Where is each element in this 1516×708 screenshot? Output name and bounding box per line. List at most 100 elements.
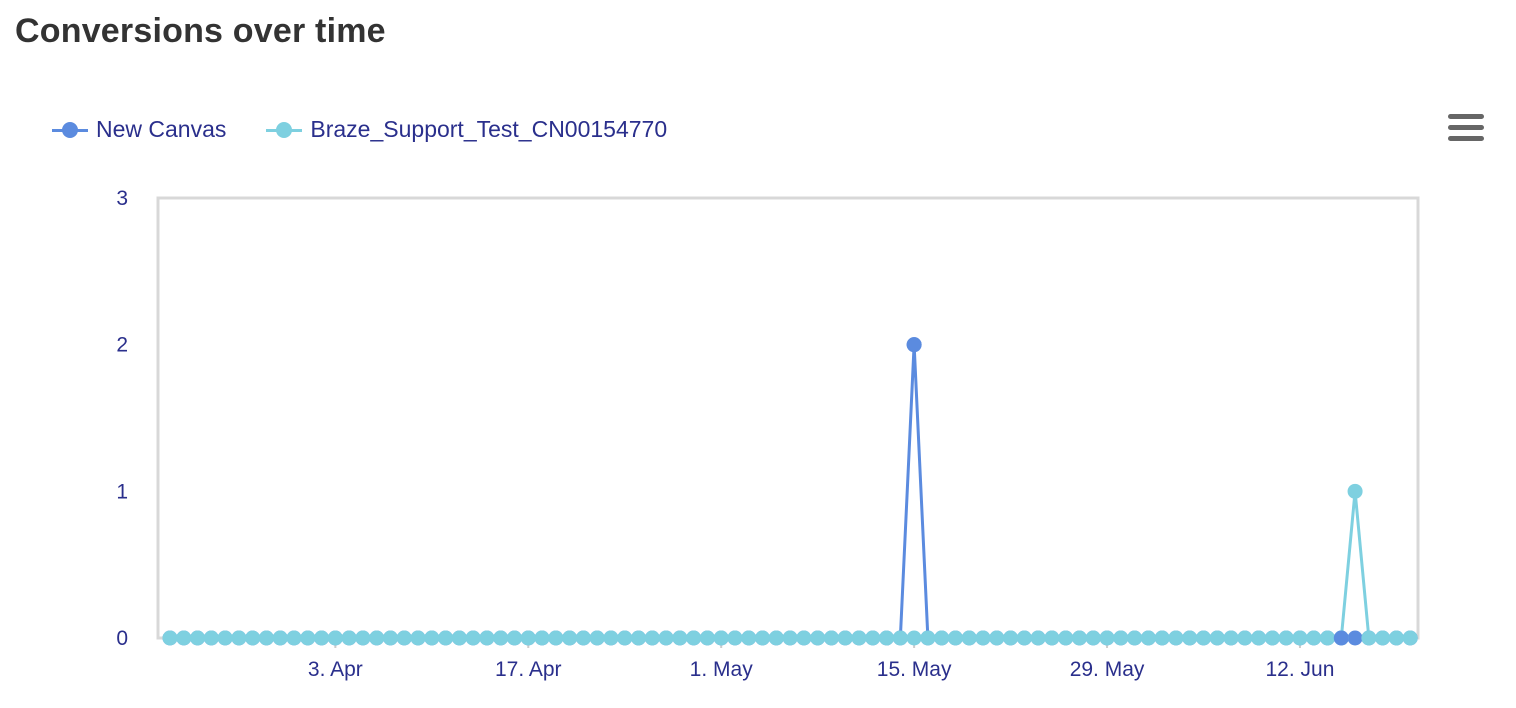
data-point (631, 630, 647, 646)
data-point (865, 630, 881, 646)
data-point (1154, 630, 1170, 646)
data-point (1003, 630, 1019, 646)
data-point (1223, 630, 1239, 646)
data-point (203, 630, 219, 646)
data-point (782, 630, 798, 646)
series-line-braze-support-test (170, 489, 1411, 640)
data-point (1320, 630, 1336, 646)
data-point (741, 630, 757, 646)
y-tick-label: 1 (116, 480, 128, 503)
data-point (1209, 630, 1225, 646)
data-point (575, 630, 591, 646)
data-point (451, 630, 467, 646)
plot-area (156, 196, 1420, 640)
data-point (1361, 630, 1377, 646)
data-point (231, 630, 247, 646)
data-point (644, 630, 660, 646)
data-point (217, 630, 233, 646)
data-point (424, 630, 440, 646)
data-point (548, 630, 564, 646)
data-point (975, 630, 991, 646)
data-point (934, 630, 950, 646)
data-point (1099, 630, 1115, 646)
data-point (1237, 630, 1253, 646)
data-point (162, 630, 178, 646)
x-tick-label: 3. Apr (308, 658, 363, 681)
data-point (245, 630, 261, 646)
data-point (1085, 630, 1101, 646)
data-point (1375, 630, 1391, 646)
data-point (507, 630, 522, 646)
line-chart: 0 1 2 3 3. Apr 17. Apr 1. May 15. May 29. May 12.… (116, 187, 1420, 681)
data-point (1388, 630, 1404, 646)
data-point (920, 630, 936, 646)
data-point (823, 630, 839, 646)
data-point (589, 630, 605, 646)
data-point (892, 630, 908, 646)
data-point (1140, 630, 1156, 646)
data-point (851, 630, 867, 646)
data-point (1030, 630, 1046, 646)
data-point (755, 630, 771, 646)
data-point (1347, 630, 1363, 646)
data-point (314, 630, 330, 646)
data-point (1333, 630, 1349, 646)
data-point (534, 630, 550, 646)
data-point (272, 630, 288, 646)
data-point (1058, 630, 1074, 646)
data-point (1251, 630, 1267, 646)
data-point (1113, 630, 1129, 646)
data-point (410, 630, 426, 646)
x-tick-label: 29. May (1070, 658, 1145, 681)
y-tick-label: 0 (116, 627, 128, 650)
data-point (1306, 630, 1322, 646)
data-point (947, 630, 963, 646)
data-point (176, 630, 192, 646)
data-point (727, 630, 743, 646)
data-point (1127, 630, 1143, 646)
y-tick-label: 3 (116, 187, 128, 210)
data-point (796, 630, 812, 646)
data-point (1292, 630, 1308, 646)
data-point (1044, 630, 1060, 646)
data-point (300, 630, 316, 646)
data-point (1016, 630, 1032, 646)
data-point (327, 630, 343, 646)
data-point (879, 630, 895, 646)
data-point (465, 630, 481, 646)
data-point (355, 630, 371, 646)
data-point (520, 630, 536, 646)
data-point (906, 630, 922, 646)
data-point (603, 630, 619, 646)
data-point (493, 630, 509, 646)
data-point (1182, 630, 1198, 646)
x-tick-label: 1. May (690, 658, 754, 681)
data-point (658, 630, 674, 646)
data-point (1347, 483, 1363, 499)
data-point (479, 630, 495, 646)
data-point (438, 630, 454, 646)
data-point (1071, 630, 1087, 646)
data-point (699, 630, 715, 646)
data-point (369, 630, 385, 646)
data-point (1278, 630, 1294, 646)
data-point (1168, 630, 1184, 646)
data-point (190, 630, 206, 646)
data-point (686, 630, 702, 646)
data-point (837, 630, 853, 646)
data-point (286, 630, 302, 646)
x-tick-label: 17. Apr (495, 658, 562, 681)
data-point (672, 630, 688, 646)
x-tick-label: 15. May (877, 658, 952, 681)
data-point (396, 630, 412, 646)
data-point (713, 630, 729, 646)
data-point (768, 630, 784, 646)
data-point (1196, 630, 1211, 646)
data-point (341, 630, 357, 646)
y-tick-label: 2 (116, 334, 128, 357)
data-point (258, 630, 274, 646)
data-point (989, 630, 1005, 646)
x-tick-label: 12. Jun (1266, 658, 1335, 681)
series-line-new-canvas (170, 343, 1411, 640)
data-point (906, 337, 922, 353)
